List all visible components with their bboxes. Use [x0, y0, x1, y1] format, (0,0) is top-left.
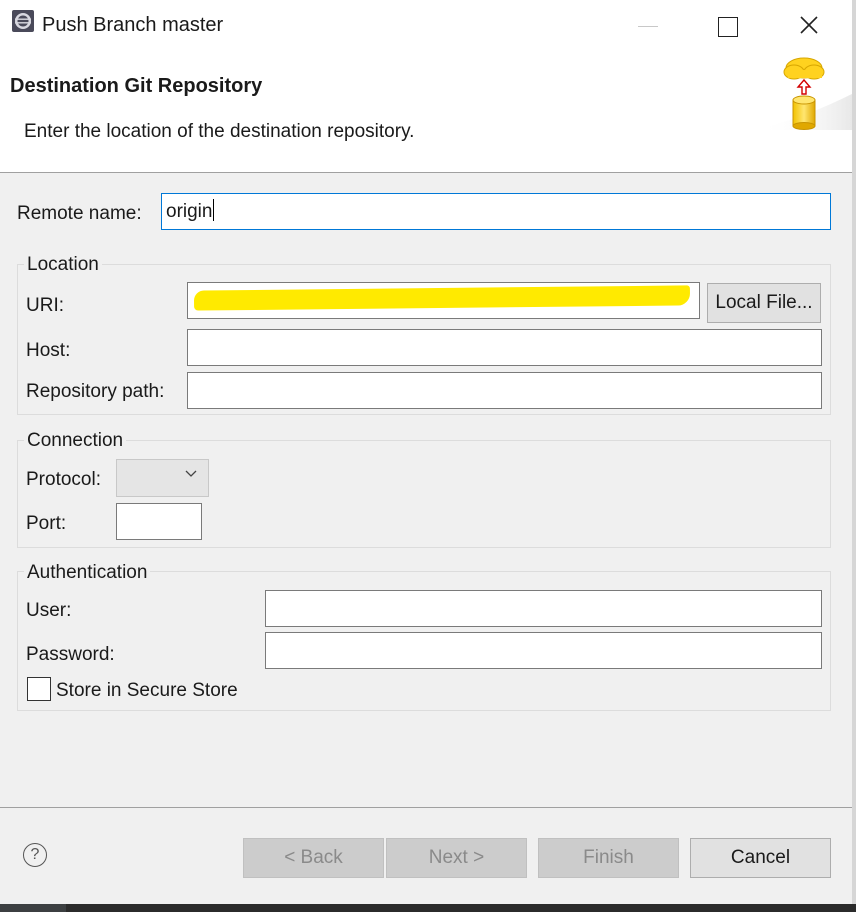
protocol-label: Protocol: — [26, 469, 101, 490]
cancel-button[interactable]: Cancel — [690, 838, 831, 878]
password-label: Password: — [26, 644, 115, 665]
cloud-upload-database-icon — [760, 54, 856, 130]
uri-label: URI: — [26, 295, 64, 316]
authentication-group-title: Authentication — [24, 562, 151, 584]
window-title: Push Branch master — [42, 14, 224, 36]
connection-group-title: Connection — [24, 430, 127, 452]
next-button[interactable]: Next > — [386, 838, 527, 878]
background-strip — [0, 904, 856, 912]
remote-name-input[interactable]: origin — [161, 193, 831, 230]
location-group-title: Location — [24, 254, 102, 276]
port-label: Port: — [26, 513, 67, 534]
store-secure-checkbox[interactable] — [27, 677, 51, 701]
help-icon[interactable]: ? — [23, 843, 47, 867]
eclipse-app-icon — [12, 10, 34, 32]
close-icon — [800, 16, 818, 34]
close-button[interactable] — [774, 0, 844, 52]
page-description: Enter the location of the destination re… — [24, 121, 415, 142]
finish-button[interactable]: Finish — [538, 838, 679, 878]
store-secure-label[interactable]: Store in Secure Store — [56, 680, 238, 702]
host-input[interactable] — [187, 329, 822, 366]
repository-path-input[interactable] — [187, 372, 822, 409]
back-button[interactable]: < Back — [243, 838, 384, 878]
background-strip-left — [0, 904, 66, 912]
local-file-button[interactable]: Local File... — [707, 283, 821, 323]
remote-name-value: origin — [166, 201, 213, 222]
text-caret — [213, 199, 215, 221]
password-input[interactable] — [265, 632, 822, 669]
page-title: Destination Git Repository — [10, 75, 263, 97]
port-input[interactable] — [116, 503, 202, 540]
remote-name-label: Remote name: — [17, 203, 142, 224]
repository-path-label: Repository path: — [26, 381, 165, 402]
host-label: Host: — [26, 340, 71, 361]
user-input[interactable] — [265, 590, 822, 627]
maximize-button[interactable] — [692, 0, 762, 52]
wizard-header — [0, 52, 856, 172]
chevron-down-icon — [184, 464, 198, 487]
window-edge — [852, 0, 856, 904]
user-label: User: — [26, 600, 72, 621]
minimize-button[interactable] — [612, 0, 682, 52]
